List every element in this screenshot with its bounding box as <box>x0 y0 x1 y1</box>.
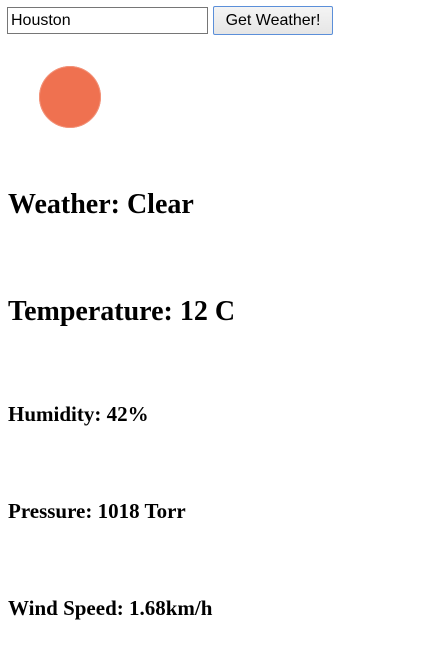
temperature: Temperature: 12 C <box>8 296 236 327</box>
weather-condition: Weather: Clear <box>8 189 194 220</box>
sun-icon <box>39 66 101 128</box>
search-row: Get Weather! <box>7 6 333 35</box>
get-weather-button[interactable]: Get Weather! <box>213 6 333 35</box>
humidity: Humidity: 42% <box>8 402 149 426</box>
wind-speed: Wind Speed: 1.68km/h <box>8 596 213 620</box>
pressure: Pressure: 1018 Torr <box>8 499 186 523</box>
city-input[interactable] <box>7 7 208 34</box>
